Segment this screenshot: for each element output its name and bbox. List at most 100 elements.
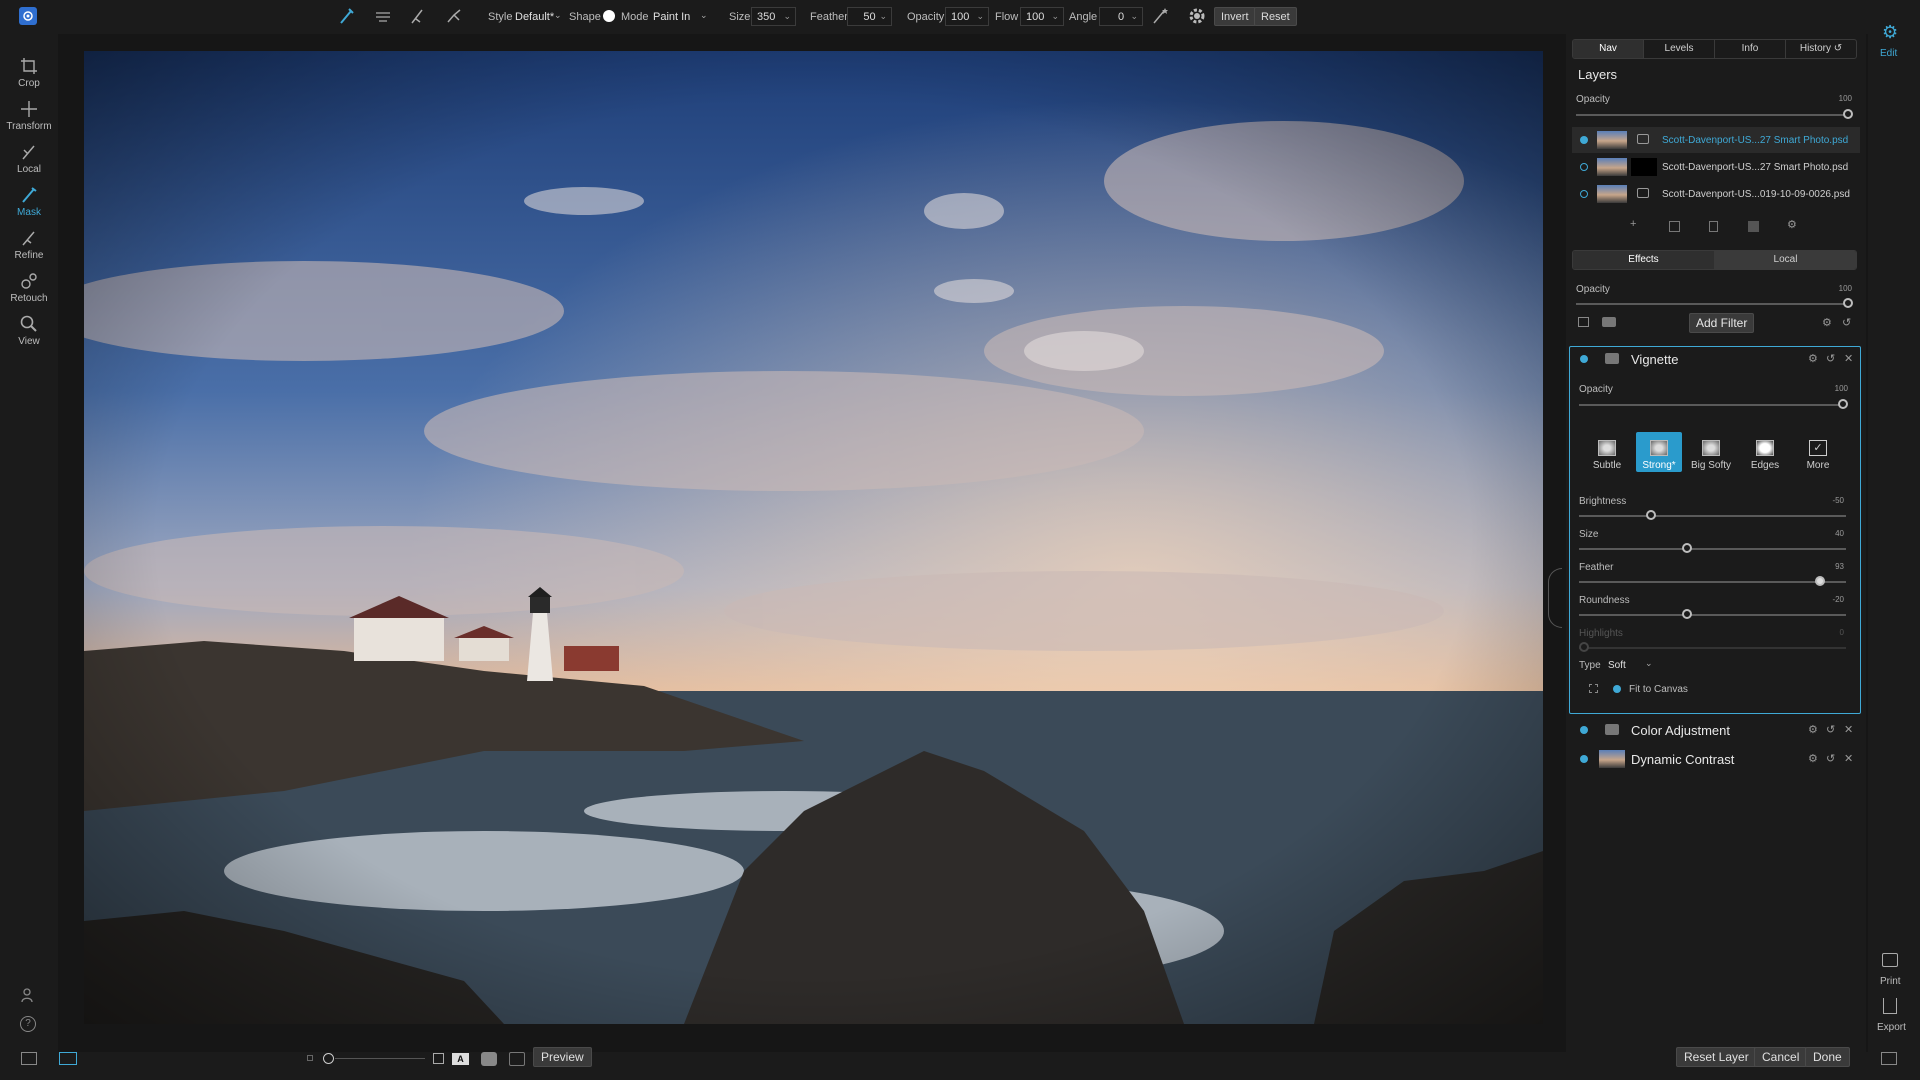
filter-color-adjustment[interactable]: Color Adjustment [1631,723,1730,738]
preview-button[interactable]: Preview [533,1047,592,1067]
effects-gear-icon[interactable]: ⚙ [1822,316,1832,329]
print-icon[interactable] [1882,953,1898,967]
tool-mask[interactable]: Mask [0,185,58,225]
layer-visibility-icon[interactable] [1580,163,1588,171]
effects-opacity-knob[interactable] [1843,298,1853,308]
layer-mask-icon[interactable] [1637,134,1649,144]
filter-browser-icon[interactable] [1578,317,1589,327]
mode-dropdown[interactable]: Paint In [653,11,690,23]
slider-knob[interactable] [1681,609,1692,619]
reset-layer-button[interactable]: Reset Layer [1676,1047,1757,1067]
brush-view-icon[interactable] [509,1052,525,1066]
slider-track[interactable] [1579,581,1846,583]
slider-knob[interactable] [1681,543,1692,553]
filter-dynamic-contrast[interactable]: Dynamic Contrast [1631,752,1734,767]
chisel-icon[interactable] [373,5,393,27]
filter-visibility-icon[interactable] [1580,755,1588,763]
edit-gear-icon[interactable]: ⚙ [1882,22,1898,43]
panel-collapse-handle[interactable] [1548,568,1562,628]
style-dropdown[interactable]: Default* [515,11,554,23]
preset-strong[interactable]: Strong* [1636,432,1682,472]
right-panel-toggle-icon[interactable] [1881,1052,1897,1065]
print-label[interactable]: Print [1880,976,1901,987]
mask-brush-icon[interactable] [337,5,357,27]
tool-crop[interactable]: Crop [0,56,58,96]
vignette-opacity-knob[interactable] [1838,399,1848,409]
slider-track[interactable] [1579,548,1846,550]
photo-canvas[interactable] [84,51,1543,1024]
add-layer-icon[interactable]: + [1630,218,1636,230]
magic-brush-icon[interactable] [1150,5,1170,27]
filter-reset-icon[interactable]: ↺ [1826,723,1835,736]
zoom-slider-track[interactable] [335,1058,425,1059]
tab-nav[interactable]: Nav [1573,40,1644,58]
layer-visibility-icon[interactable] [1580,190,1588,198]
zoom-out-icon[interactable] [307,1055,313,1061]
angle-field[interactable]: 0 ⌄ [1099,7,1143,26]
feather-field[interactable]: 50 ⌄ [847,7,892,26]
effects-reset-icon[interactable]: ↺ [1842,316,1851,329]
add-filter-button[interactable]: Add Filter [1689,313,1755,333]
layer-mask-thumbnail[interactable] [1631,158,1657,176]
flow-field[interactable]: 100 ⌄ [1020,7,1064,26]
tab-info[interactable]: Info [1715,40,1786,58]
filter-visibility-icon[interactable] [1580,355,1588,363]
layers-opacity-knob[interactable] [1843,109,1853,119]
merge-layers-icon[interactable] [1748,221,1759,232]
tab-effects[interactable]: Effects [1573,251,1715,269]
edit-label[interactable]: Edit [1880,48,1897,59]
filter-gear-icon[interactable]: ⚙ [1808,352,1818,365]
zoom-slider-knob[interactable] [323,1053,334,1064]
tool-view[interactable]: View [0,314,58,354]
filter-visibility-icon[interactable] [1580,726,1588,734]
preset-edges[interactable]: Edges [1742,432,1788,472]
filter-mask-icon[interactable] [1605,353,1619,364]
fit-canvas-toggle[interactable] [1613,685,1621,693]
tool-refine[interactable]: Refine [0,228,58,268]
reset-button[interactable]: Reset [1254,7,1297,26]
slider-track[interactable] [1579,647,1846,649]
filter-close-icon[interactable]: ✕ [1844,352,1853,365]
mask-view-icon[interactable] [433,1053,444,1064]
vignette-opacity-slider[interactable] [1579,404,1846,406]
cancel-button[interactable]: Cancel [1754,1047,1808,1067]
tool-retouch[interactable]: Retouch [0,271,58,311]
tool-local[interactable]: Local [0,142,58,182]
layer-mask-icon[interactable] [1637,188,1649,198]
type-dropdown[interactable]: Soft [1608,660,1626,671]
tab-levels[interactable]: Levels [1644,40,1715,58]
export-label[interactable]: Export [1877,1022,1906,1033]
tool-transform[interactable]: Transform [0,99,58,139]
slider-knob[interactable] [1645,510,1656,520]
filter-close-icon[interactable]: ✕ [1844,723,1853,736]
filter-reset-icon[interactable]: ↺ [1826,352,1835,365]
filter-close-icon[interactable]: ✕ [1844,752,1853,765]
tab-history[interactable]: History ↺ [1786,40,1856,58]
done-button[interactable]: Done [1805,1047,1850,1067]
duplicate-layer-icon[interactable] [1669,221,1680,232]
slider-knob[interactable] [1579,642,1589,652]
left-panel-toggle-icon[interactable] [21,1052,37,1065]
preset-more[interactable]: ✓ More [1795,432,1841,472]
layer-settings-gear-icon[interactable]: ⚙ [1787,218,1797,231]
refine-brush-icon[interactable] [408,5,428,27]
overlay-icon[interactable]: A [452,1053,469,1065]
delete-layer-icon[interactable] [1709,221,1718,232]
tab-local[interactable]: Local [1715,251,1856,269]
lasso-brush-icon[interactable] [444,5,464,27]
export-icon[interactable] [1883,998,1897,1014]
gear-icon[interactable] [1187,5,1207,27]
slider-track[interactable] [1579,614,1846,616]
mask-icon[interactable] [1602,317,1616,327]
grayscale-mask-icon[interactable] [481,1052,497,1066]
filter-reset-icon[interactable]: ↺ [1826,752,1835,765]
app-logo-icon[interactable] [19,7,37,25]
preset-subtle[interactable]: Subtle [1584,432,1630,472]
effects-opacity-slider[interactable] [1576,303,1846,305]
user-icon[interactable] [20,987,36,1008]
layer-visibility-icon[interactable] [1580,136,1588,144]
layers-opacity-slider[interactable] [1576,114,1846,116]
shape-circle-icon[interactable] [603,10,615,22]
single-view-icon[interactable] [59,1052,77,1065]
filter-gear-icon[interactable]: ⚙ [1808,752,1818,765]
